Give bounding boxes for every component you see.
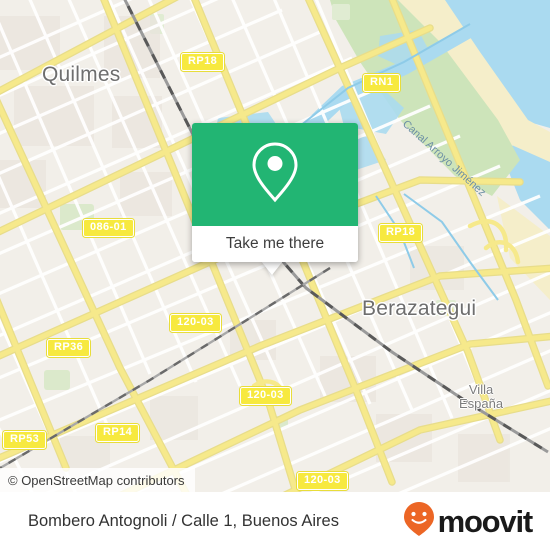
map-attribution[interactable]: © OpenStreetMap contributors bbox=[0, 468, 195, 492]
popup-tail bbox=[261, 261, 283, 275]
map-label-quilmes: Quilmes bbox=[42, 63, 121, 86]
popup-action-button[interactable]: Take me there bbox=[192, 226, 358, 262]
map-attribution-text: © OpenStreetMap contributors bbox=[8, 472, 185, 488]
map-shield-120-03-mid[interactable]: 120-03 bbox=[240, 387, 291, 405]
moovit-logo[interactable]: moovit bbox=[403, 501, 534, 542]
map-label-berazategui: Berazategui bbox=[362, 297, 477, 320]
moovit-wordmark: moovit bbox=[437, 503, 534, 539]
map-shield-rp18-east[interactable]: RP18 bbox=[379, 224, 423, 242]
map-shield-rp18-north[interactable]: RP18 bbox=[181, 53, 225, 71]
map-shield-120-03-upper[interactable]: 120-03 bbox=[170, 314, 221, 332]
popup-action-label: Take me there bbox=[225, 235, 325, 252]
map-label-villa-espana-line1: Villa bbox=[468, 382, 494, 397]
map-label-villa-espana-line2: España bbox=[459, 396, 504, 411]
location-popup-card[interactable]: Take me there bbox=[192, 123, 358, 262]
moovit-smiley-pin-icon bbox=[403, 501, 435, 542]
location-title: Bombero Antognoli / Calle 1, Buenos Aire… bbox=[28, 511, 339, 530]
map-shield-rp14[interactable]: RP14 bbox=[96, 424, 140, 442]
map-shield-rp53[interactable]: RP53 bbox=[3, 431, 47, 449]
map-shield-rn1[interactable]: RN1 bbox=[363, 74, 401, 92]
map-shield-086-01[interactable]: 086-01 bbox=[83, 219, 134, 237]
map-shield-rp36[interactable]: RP36 bbox=[47, 339, 91, 357]
footer-bar: Bombero Antognoli / Calle 1, Buenos Aire… bbox=[0, 492, 550, 550]
map-pin-icon bbox=[249, 139, 301, 210]
map-canvas[interactable]: Quilmes Berazategui Villa España Canal A… bbox=[0, 0, 550, 492]
map-shield-120-03-lower[interactable]: 120-03 bbox=[297, 472, 348, 490]
map-label-villa-espana: Villa España bbox=[459, 383, 503, 411]
screenshot-root: Quilmes Berazategui Villa España Canal A… bbox=[0, 0, 550, 550]
popup-header bbox=[192, 123, 358, 226]
